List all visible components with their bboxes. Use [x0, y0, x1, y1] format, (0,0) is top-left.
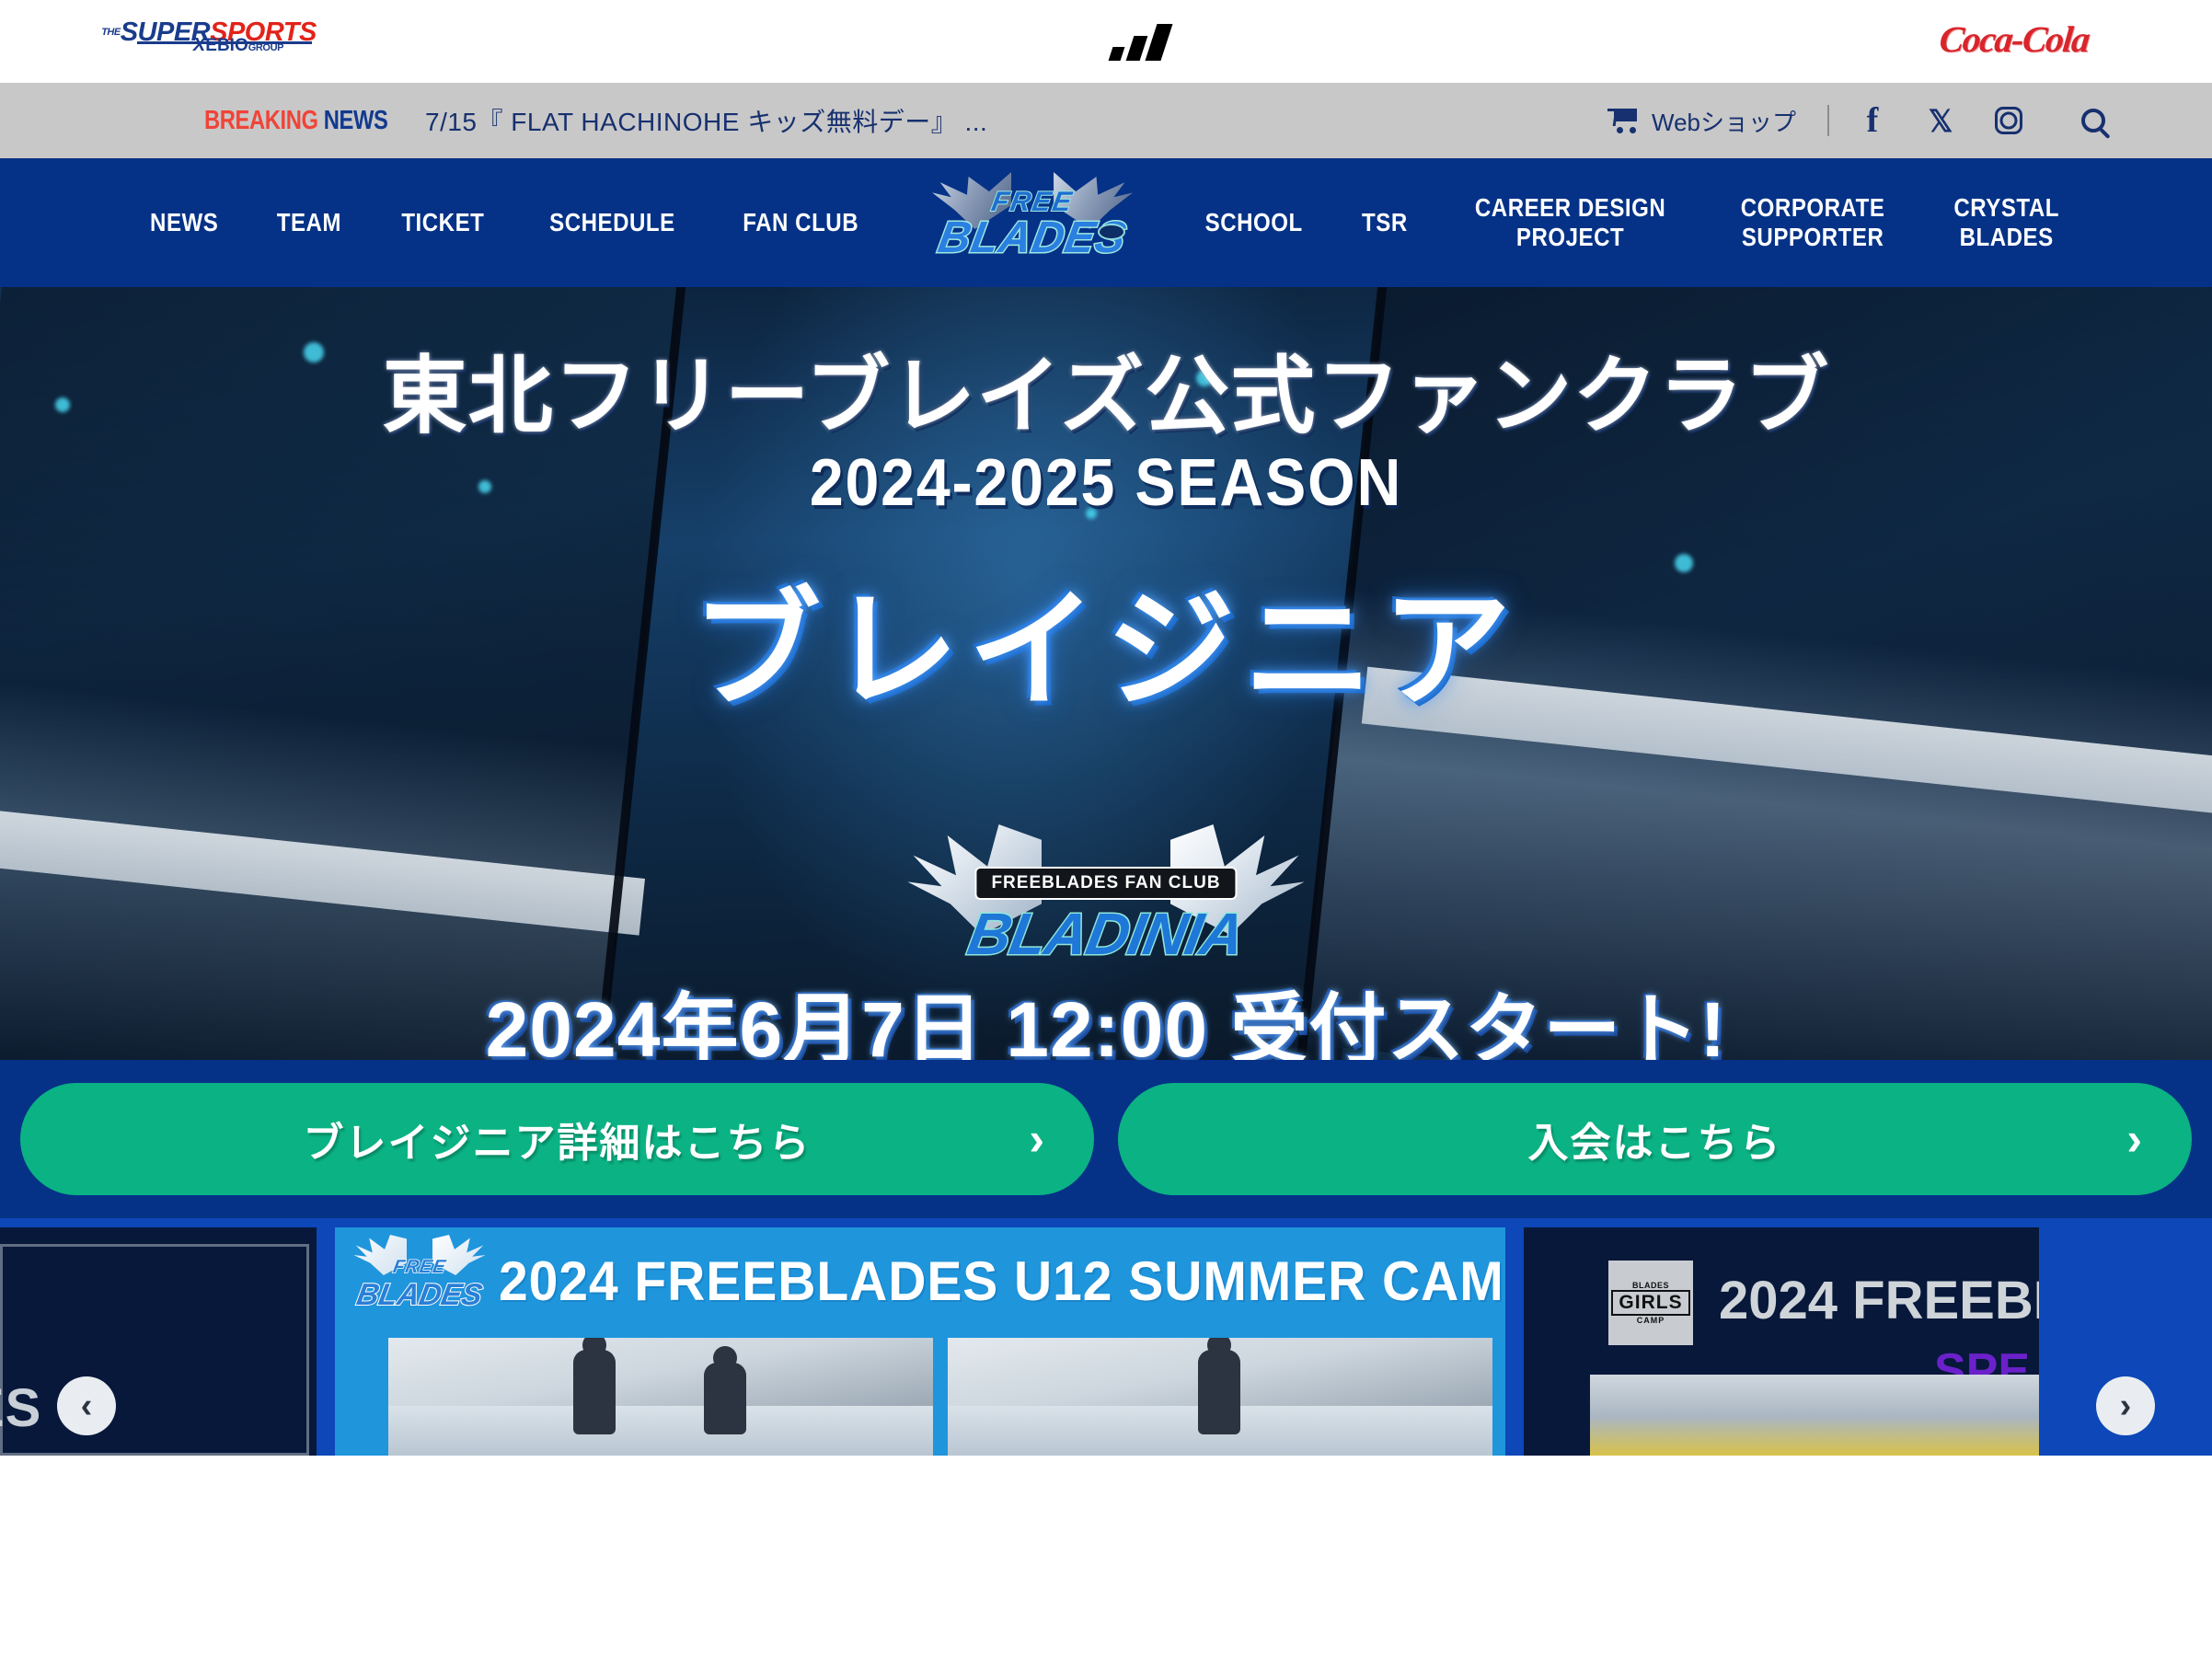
join-label: 入会はこちら	[1527, 1121, 1782, 1166]
social-links: f 𝕏	[1829, 83, 2043, 158]
player-figure	[704, 1362, 747, 1434]
logo-word-free: FREE	[391, 1256, 449, 1278]
carousel-slide-previous[interactable]: ES	[0, 1227, 317, 1456]
webshop-label: Webショップ	[1652, 108, 1796, 136]
utility-nav: Webショップ f 𝕏	[1607, 83, 2127, 158]
badge-line-3: CAMP	[1636, 1316, 1665, 1325]
player-figure	[1198, 1349, 1241, 1434]
badge-line-1: BLADES	[1631, 1281, 1669, 1290]
news-word: NEWS	[323, 105, 388, 135]
badge-line-2: GIRLS	[1611, 1290, 1690, 1316]
nav-item-fan-club[interactable]: FAN CLUB	[722, 208, 880, 237]
nav-item-career-design-project[interactable]: CAREER DESIGN PROJECT	[1455, 193, 1687, 252]
instagram-icon[interactable]	[1975, 83, 2043, 158]
carousel-next-slide-title: 2024 FREEBL	[1719, 1271, 2039, 1330]
slide-photo	[1590, 1375, 2039, 1456]
breaking-word: BREAKING	[204, 105, 318, 135]
x-glyph: 𝕏	[1928, 103, 1953, 138]
x-twitter-icon[interactable]: 𝕏	[1907, 83, 1975, 158]
xebio-group-wordmark: XEBIOGROUP	[193, 36, 284, 54]
nav-item-crystal-blades[interactable]: CRYSTAL BLADES	[1933, 193, 2080, 252]
facebook-icon[interactable]: f	[1838, 83, 1907, 158]
bladinia-tagline: FREEBLADES FAN CLUB	[974, 867, 1238, 900]
nav-item-corporate-supporter[interactable]: CORPORATE SUPPORTER	[1721, 193, 1906, 252]
slide-photo	[388, 1338, 933, 1456]
chevron-right-icon: ›	[2126, 1113, 2142, 1165]
nav-item-tsr[interactable]: TSR	[1342, 208, 1428, 237]
hero-banner[interactable]: 東北フリーブレイズ公式ファンクラブ 2024-2025 SEASON ブレイジニ…	[0, 287, 2212, 1060]
carousel-slide-active[interactable]: FREE BLADES 2024 FREEBLADES U12 SUMMER C…	[335, 1227, 1505, 1456]
supersports-xebio-logo[interactable]: THESUPERSPORTS XEBIOGROUP	[101, 13, 317, 70]
slide-header: FREE BLADES 2024 FREEBLADES U12 SUMMER C…	[335, 1227, 1505, 1334]
cart-icon	[1607, 108, 1639, 133]
logo-word-blades: BLADES	[353, 1276, 486, 1312]
banner-carousel: ES FREE BLADES 2024 FREEBLADES U12 SUMME…	[0, 1218, 2212, 1456]
coca-cola-wordmark: Coca-Cola	[1937, 17, 2091, 60]
blades-girls-camp-badge: BLADES GIRLS CAMP	[1608, 1261, 1693, 1345]
nav-left-group: NEWS TEAM TICKET SCHEDULE FAN CLUB	[121, 208, 892, 237]
nav-item-school[interactable]: SCHOOL	[1184, 208, 1323, 237]
adidas-three-stripes-icon	[1108, 22, 1182, 61]
cta-button-row: ブレイジニア詳細はこちら › 入会はこちら ›	[0, 1060, 2212, 1218]
chevron-right-icon: ›	[1029, 1113, 1044, 1165]
hero-headline-season: 2024-2025 SEASON	[809, 446, 1403, 520]
carousel-prev-button[interactable]: ‹	[57, 1376, 116, 1435]
bladinia-fanclub-logo: FREEBLADES FAN CLUB BLADINIA	[899, 819, 1313, 984]
page-root: THESUPERSPORTS XEBIOGROUP Coca-Cola BREA…	[0, 0, 2212, 1658]
nav-item-schedule[interactable]: SCHEDULE	[529, 208, 696, 237]
nav-item-team[interactable]: TEAM	[257, 208, 363, 237]
freeblades-logo[interactable]: FREE BLADES	[923, 168, 1142, 277]
adidas-stripe-3	[1145, 24, 1173, 61]
search-icon	[2081, 109, 2105, 132]
slide-frame	[0, 1244, 309, 1456]
webshop-link[interactable]: Webショップ	[1607, 104, 1827, 138]
carousel-slide-title: 2024 FREEBLADES U12 SUMMER CAMP	[499, 1249, 1505, 1312]
player-figure	[573, 1349, 616, 1434]
adidas-stripe-1	[1108, 47, 1125, 61]
carousel-next-button[interactable]: ›	[2096, 1376, 2155, 1435]
main-navigation: NEWS TEAM TICKET SCHEDULE FAN CLUB FREE …	[0, 158, 2212, 287]
sponsor-bar: THESUPERSPORTS XEBIOGROUP Coca-Cola	[0, 0, 2212, 83]
chevron-right-icon: ›	[2119, 1387, 2132, 1425]
hero-content: 東北フリーブレイズ公式ファンクラブ 2024-2025 SEASON ブレイジニ…	[0, 287, 2212, 1060]
breaking-news-label: BREAKING NEWS	[204, 105, 388, 136]
hero-start-date: 2024年6月7日 12:00 受付スタート!	[485, 986, 1727, 1060]
hero-headline-1: 東北フリーブレイズ公式ファンクラブ	[382, 350, 1830, 443]
slide-photo-strip	[388, 1338, 1492, 1456]
join-button[interactable]: 入会はこちら ›	[1118, 1083, 2192, 1195]
nav-right-group: SCHOOL TSR CAREER DESIGN PROJECT CORPORA…	[1173, 193, 2091, 252]
ice-surface	[388, 1406, 933, 1456]
nav-item-ticket[interactable]: TICKET	[381, 208, 505, 237]
logo-puck-icon	[1098, 224, 1126, 240]
logo-word-blades: BLADES	[933, 213, 1132, 264]
bladinia-wordmark: BLADINIA	[962, 900, 1250, 969]
adidas-stripe-2	[1125, 36, 1148, 61]
nav-item-news[interactable]: NEWS	[130, 208, 239, 237]
adidas-logo[interactable]	[1095, 13, 1196, 70]
supersports-the: THE	[101, 27, 121, 38]
breaking-news-headline[interactable]: 7/15『 FLAT HACHINOHE キッズ無料デー』 ...	[425, 102, 987, 139]
carousel-slide-next[interactable]: BLADES GIRLS CAMP 2024 FREEBL SPE	[1524, 1227, 2039, 1456]
instagram-glyph	[1995, 107, 2022, 134]
carousel-prev-slide-text: ES	[0, 1378, 42, 1438]
facebook-glyph: f	[1866, 101, 1879, 140]
bladinia-details-button[interactable]: ブレイジニア詳細はこちら ›	[20, 1083, 1094, 1195]
search-button[interactable]	[2059, 83, 2127, 158]
xebio-x: X	[192, 35, 206, 55]
chevron-left-icon: ‹	[80, 1387, 93, 1425]
hero-headline-title: ブレイジニア	[691, 578, 1520, 722]
breaking-news-bar: BREAKING NEWS 7/15『 FLAT HACHINOHE キッズ無料…	[0, 83, 2212, 158]
freeblades-logo-small: FREE BLADES	[350, 1233, 490, 1329]
xebio-ebio: EBIO	[205, 36, 248, 55]
slide-photo	[948, 1338, 1492, 1456]
coca-cola-logo[interactable]: Coca-Cola	[1918, 11, 2111, 66]
xebio-group: GROUP	[248, 42, 284, 53]
bladinia-details-label: ブレイジニア詳細はこちら	[303, 1121, 812, 1166]
